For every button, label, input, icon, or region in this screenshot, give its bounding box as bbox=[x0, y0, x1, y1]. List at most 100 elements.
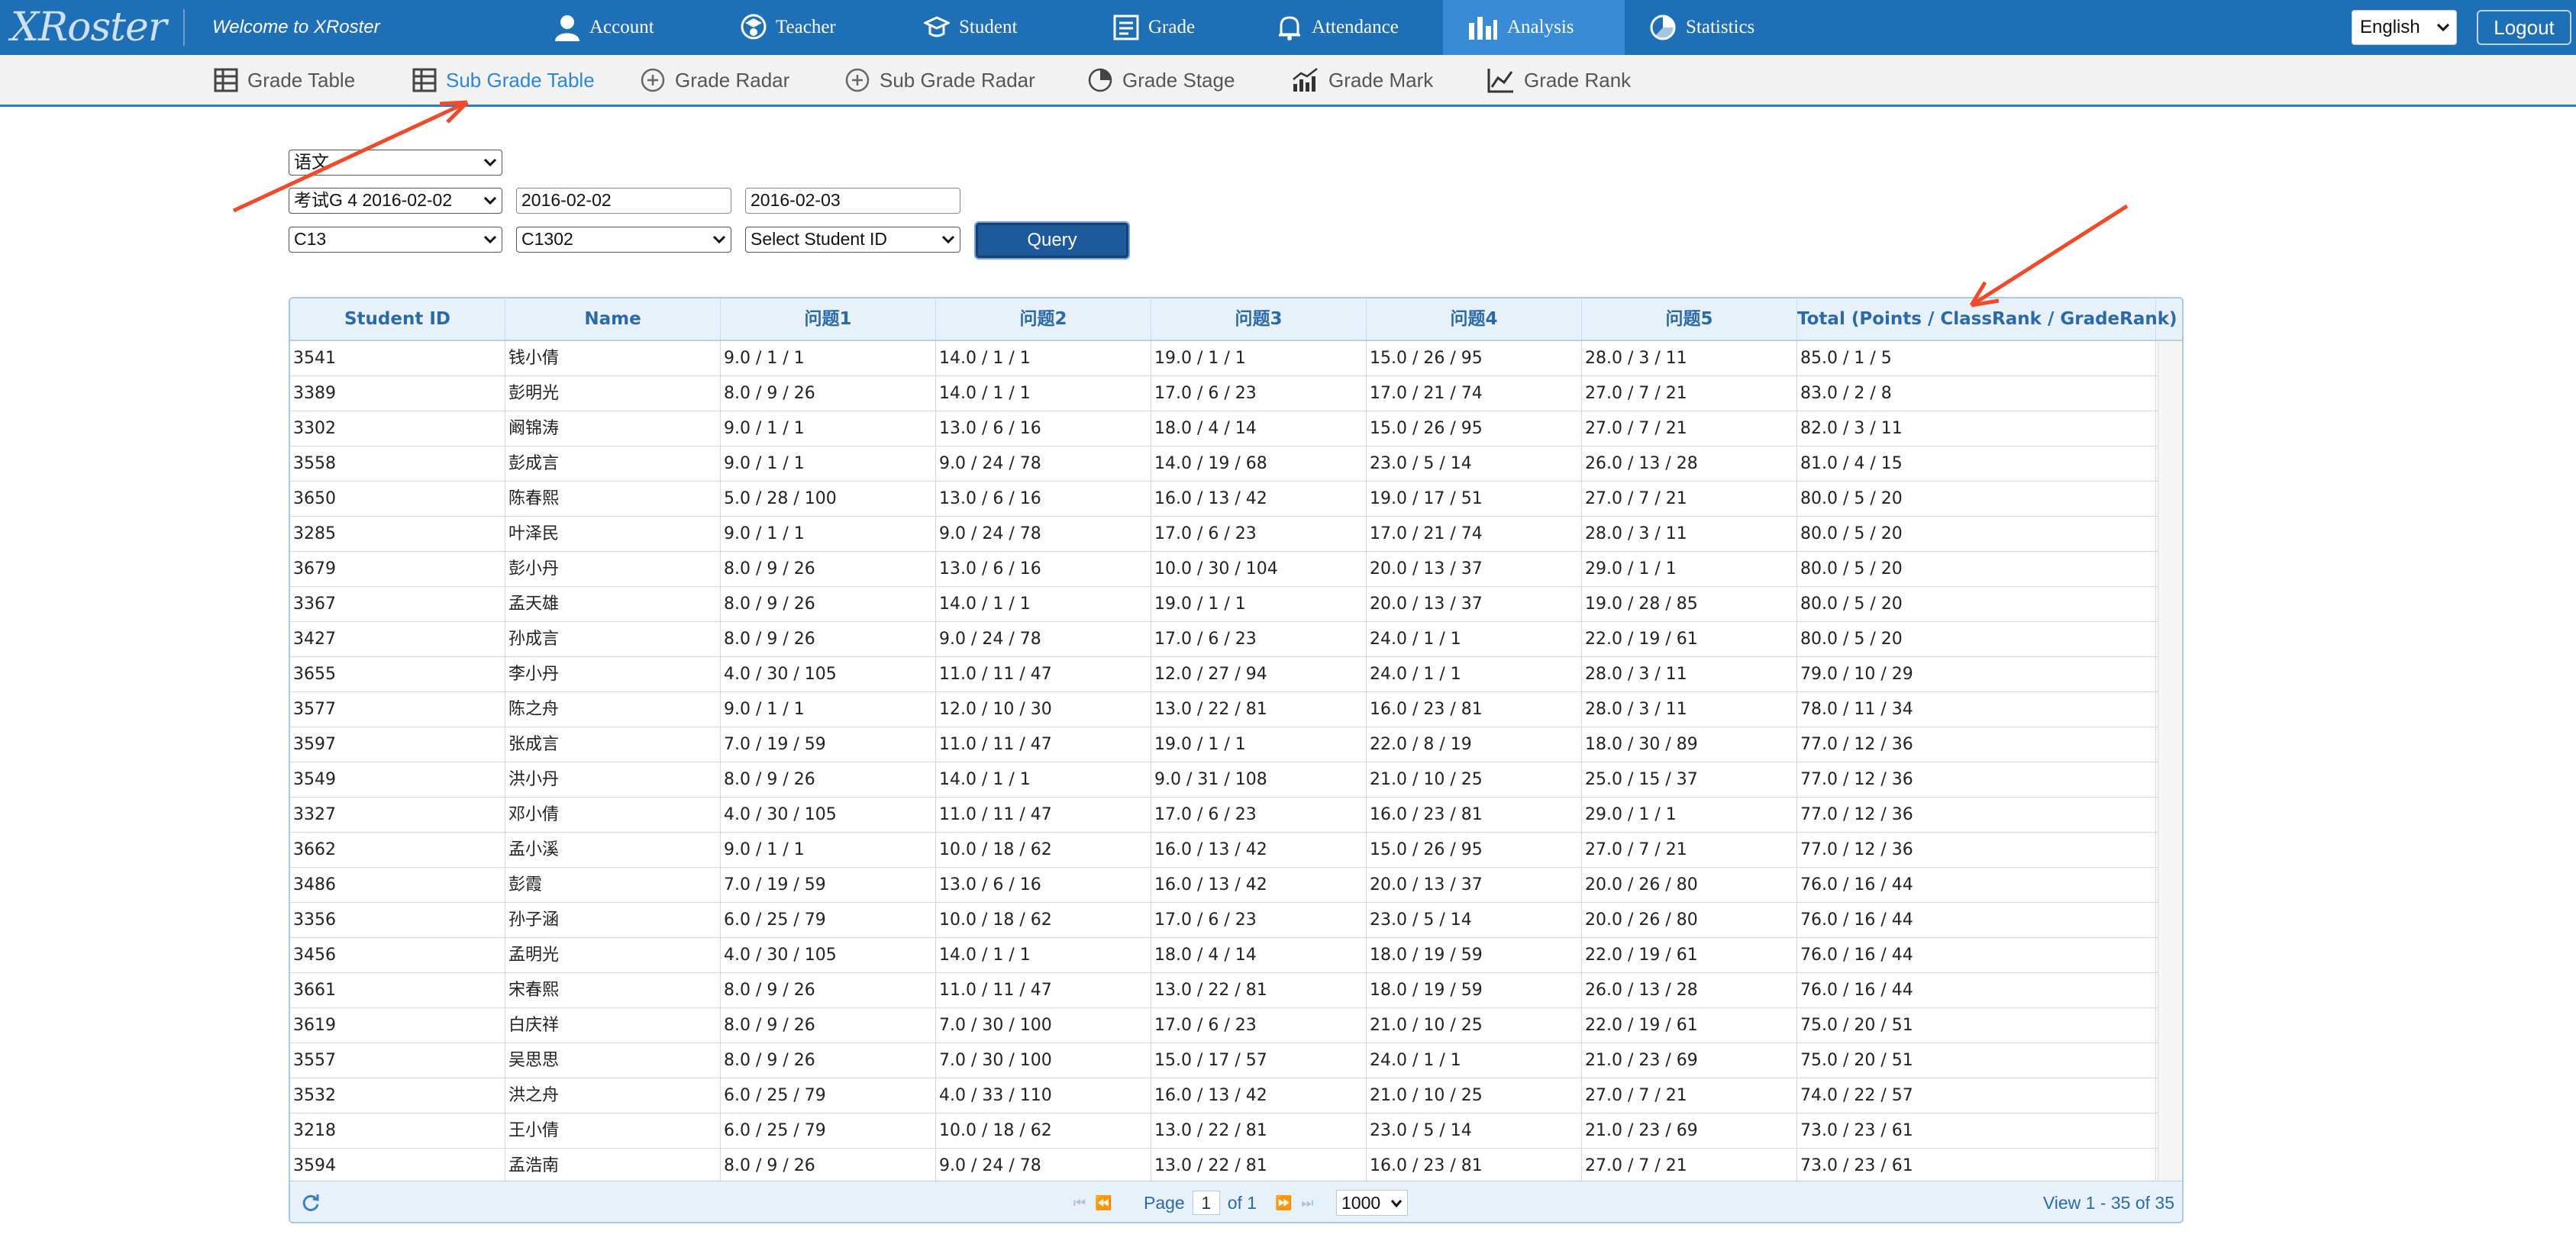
table-row[interactable]: 3650 陈春熙 5.0 / 28 / 100 13.0 / 6 / 16 16.0 /… bbox=[290, 482, 2158, 517]
annotation-arrow-right bbox=[1970, 204, 2129, 308]
table-cell: 洪之舟 bbox=[505, 1078, 721, 1113]
nav-analysis[interactable]: Analysis bbox=[1443, 0, 1625, 55]
nav-attendance[interactable]: Attendance bbox=[1277, 0, 1414, 55]
table-cell: 22.0 / 8 / 19 bbox=[1367, 727, 1582, 762]
table-cell: 78.0 / 11 / 34 bbox=[1797, 692, 2156, 727]
table-cell: 3486 bbox=[290, 868, 505, 902]
grade-select[interactable]: C13 bbox=[289, 227, 502, 253]
table-cell: 17.0 / 6 / 23 bbox=[1151, 622, 1367, 656]
table-cell: 3532 bbox=[290, 1078, 505, 1113]
table-row[interactable]: 3541 钱小倩 9.0 / 1 / 1 14.0 / 1 / 1 19.0 / 1 /… bbox=[290, 341, 2158, 376]
chevron-down-icon bbox=[483, 235, 497, 244]
column-header[interactable]: Total (Points / ClassRank / GradeRank) bbox=[1797, 298, 2177, 340]
language-value: English bbox=[2360, 17, 2420, 37]
table-row[interactable]: 3679 彭小丹 8.0 / 9 / 26 13.0 / 6 / 16 10.0 / 3… bbox=[290, 552, 2158, 587]
column-header[interactable]: 问题3 bbox=[1151, 298, 1367, 340]
table-cell: 14.0 / 1 / 1 bbox=[936, 587, 1151, 621]
table-row[interactable]: 3302 阚锦涛 9.0 / 1 / 1 13.0 / 6 / 16 18.0 / 4 … bbox=[290, 411, 2158, 446]
vertical-scrollbar[interactable] bbox=[2158, 341, 2182, 1181]
table-row[interactable]: 3661 宋春熙 8.0 / 9 / 26 11.0 / 11 / 47 13.0 / … bbox=[290, 973, 2158, 1008]
table-cell: 3389 bbox=[290, 376, 505, 411]
subnav-grade-rank[interactable]: Grade Rank bbox=[1487, 55, 1631, 105]
nav-label: Teacher bbox=[776, 17, 836, 37]
subnav-sub-grade-table[interactable]: Sub Grade Table bbox=[412, 55, 595, 105]
table-cell: 6.0 / 25 / 79 bbox=[721, 1078, 936, 1113]
end-date-input[interactable]: 2016-02-03 bbox=[745, 188, 960, 214]
exam-select[interactable]: 考试G 4 2016-02-02 bbox=[289, 188, 502, 214]
nav-label: Student bbox=[959, 17, 1018, 37]
table-row[interactable]: 3577 陈之舟 9.0 / 1 / 1 12.0 / 10 / 30 13.0 / 2… bbox=[290, 692, 2158, 727]
table-cell: 6.0 / 25 / 79 bbox=[721, 1113, 936, 1148]
nav-statistics[interactable]: Statistics bbox=[1649, 0, 1771, 55]
query-button[interactable]: Query bbox=[974, 221, 1130, 259]
nav-student[interactable]: Student bbox=[924, 0, 1038, 55]
logout-button[interactable]: Logout bbox=[2477, 10, 2571, 45]
class-select[interactable]: C1302 bbox=[516, 227, 731, 253]
table-row[interactable]: 3655 李小丹 4.0 / 30 / 105 11.0 / 11 / 47 12.0 … bbox=[290, 657, 2158, 692]
table-cell: 5.0 / 28 / 100 bbox=[721, 482, 936, 516]
table-cell: 77.0 / 12 / 36 bbox=[1797, 727, 2156, 762]
table-row[interactable]: 3549 洪小丹 8.0 / 9 / 26 14.0 / 1 / 1 9.0 / 31 … bbox=[290, 762, 2158, 798]
subnav-grade-mark[interactable]: Grade Mark bbox=[1292, 55, 1433, 105]
subnav-grade-table[interactable]: Grade Table bbox=[214, 55, 355, 105]
start-date-input[interactable]: 2016-02-02 bbox=[516, 188, 731, 214]
table-row[interactable]: 3356 孙子涵 6.0 / 25 / 79 10.0 / 18 / 62 17.0 /… bbox=[290, 903, 2158, 938]
page-label: Page bbox=[1144, 1192, 1185, 1213]
table-row[interactable]: 3285 叶泽民 9.0 / 1 / 1 9.0 / 24 / 78 17.0 / 6 … bbox=[290, 517, 2158, 552]
table-cell: 9.0 / 24 / 78 bbox=[936, 517, 1151, 551]
refresh-icon[interactable] bbox=[301, 1181, 321, 1222]
student-select[interactable]: Select Student ID bbox=[745, 227, 960, 253]
table-row[interactable]: 3389 彭明光 8.0 / 9 / 26 14.0 / 1 / 1 17.0 / 6 … bbox=[290, 376, 2158, 411]
first-page-icon[interactable]: ⏮ bbox=[1073, 1195, 1086, 1211]
column-header[interactable]: 问题1 bbox=[721, 298, 936, 340]
table-row[interactable]: 3619 白庆祥 8.0 / 9 / 26 7.0 / 30 / 100 17.0 / … bbox=[290, 1008, 2158, 1043]
table-row[interactable]: 3427 孙成言 8.0 / 9 / 26 9.0 / 24 / 78 17.0 / 6… bbox=[290, 622, 2158, 657]
last-page-icon[interactable]: ⏭ bbox=[1301, 1195, 1313, 1211]
table-cell: 3558 bbox=[290, 446, 505, 481]
nav-teacher[interactable]: Teacher bbox=[741, 0, 855, 55]
table-cell: 3218 bbox=[290, 1113, 505, 1148]
table-cell: 29.0 / 1 / 1 bbox=[1582, 552, 1797, 586]
table-row[interactable]: 3327 邓小倩 4.0 / 30 / 105 11.0 / 11 / 47 17.0 … bbox=[290, 798, 2158, 833]
column-header[interactable]: Student ID bbox=[290, 298, 505, 340]
table-cell: 21.0 / 10 / 25 bbox=[1367, 1078, 1582, 1113]
column-header[interactable]: Name bbox=[505, 298, 721, 340]
subnav-grade-stage[interactable]: Grade Stage bbox=[1087, 55, 1235, 105]
table-cell: 15.0 / 26 / 95 bbox=[1367, 341, 1582, 375]
table-cell: 10.0 / 18 / 62 bbox=[936, 903, 1151, 937]
table-row[interactable]: 3456 孟明光 4.0 / 30 / 105 14.0 / 1 / 1 18.0 / … bbox=[290, 938, 2158, 973]
table-row[interactable]: 3594 孟浩南 8.0 / 9 / 26 9.0 / 24 / 78 13.0 / 2… bbox=[290, 1149, 2158, 1181]
table-cell: 8.0 / 9 / 26 bbox=[721, 1008, 936, 1043]
prev-page-icon[interactable]: ⏪ bbox=[1095, 1195, 1112, 1211]
subject-select[interactable]: 语文 bbox=[289, 150, 502, 176]
table-row[interactable]: 3218 王小倩 6.0 / 25 / 79 10.0 / 18 / 62 13.0 /… bbox=[290, 1113, 2158, 1149]
table-cell: 15.0 / 26 / 95 bbox=[1367, 833, 1582, 867]
next-page-icon[interactable]: ⏩ bbox=[1275, 1195, 1292, 1211]
app-logo[interactable]: XRoster bbox=[11, 2, 167, 53]
pager-page-control: Page 1 of 1 bbox=[1144, 1181, 1257, 1222]
nav-grade[interactable]: Grade bbox=[1113, 0, 1212, 55]
table-row[interactable]: 3597 张成言 7.0 / 19 / 59 11.0 / 11 / 47 19.0 /… bbox=[290, 727, 2158, 762]
column-header[interactable]: 问题2 bbox=[936, 298, 1151, 340]
table-cell: 3594 bbox=[290, 1149, 505, 1181]
table-row[interactable]: 3662 孟小溪 9.0 / 1 / 1 10.0 / 18 / 62 16.0 / 1… bbox=[290, 833, 2158, 868]
language-select[interactable]: English bbox=[2352, 10, 2457, 45]
column-header[interactable]: 问题4 bbox=[1367, 298, 1582, 340]
table-cell: 22.0 / 19 / 61 bbox=[1582, 1008, 1797, 1043]
page-input[interactable]: 1 bbox=[1192, 1191, 1220, 1215]
table-row[interactable]: 3557 吴思思 8.0 / 9 / 26 7.0 / 30 / 100 15.0 / … bbox=[290, 1043, 2158, 1078]
table-row[interactable]: 3558 彭成言 9.0 / 1 / 1 9.0 / 24 / 78 14.0 / 19… bbox=[290, 446, 2158, 482]
table-cell: 吴思思 bbox=[505, 1043, 721, 1078]
grid-body[interactable]: 3541 钱小倩 9.0 / 1 / 1 14.0 / 1 / 1 19.0 / 1 /… bbox=[290, 341, 2158, 1181]
table-cell: 王小倩 bbox=[505, 1113, 721, 1148]
welcome-text: Welcome to XRoster bbox=[212, 17, 380, 37]
rows-per-page-select[interactable]: 1000 bbox=[1336, 1190, 1408, 1216]
column-header[interactable]: 问题5 bbox=[1582, 298, 1797, 340]
subnav-grade-radar[interactable]: Grade Radar bbox=[640, 55, 789, 105]
nav-account[interactable]: Account bbox=[554, 0, 669, 55]
table-row[interactable]: 3532 洪之舟 6.0 / 25 / 79 4.0 / 33 / 110 16.0 /… bbox=[290, 1078, 2158, 1113]
table-cell: 13.0 / 22 / 81 bbox=[1151, 692, 1367, 727]
subnav-sub-grade-radar[interactable]: Sub Grade Radar bbox=[844, 55, 1035, 105]
table-row[interactable]: 3367 孟天雄 8.0 / 9 / 26 14.0 / 1 / 1 19.0 / 1 … bbox=[290, 587, 2158, 622]
table-row[interactable]: 3486 彭霞 7.0 / 19 / 59 13.0 / 6 / 16 16.0 / 1… bbox=[290, 868, 2158, 903]
